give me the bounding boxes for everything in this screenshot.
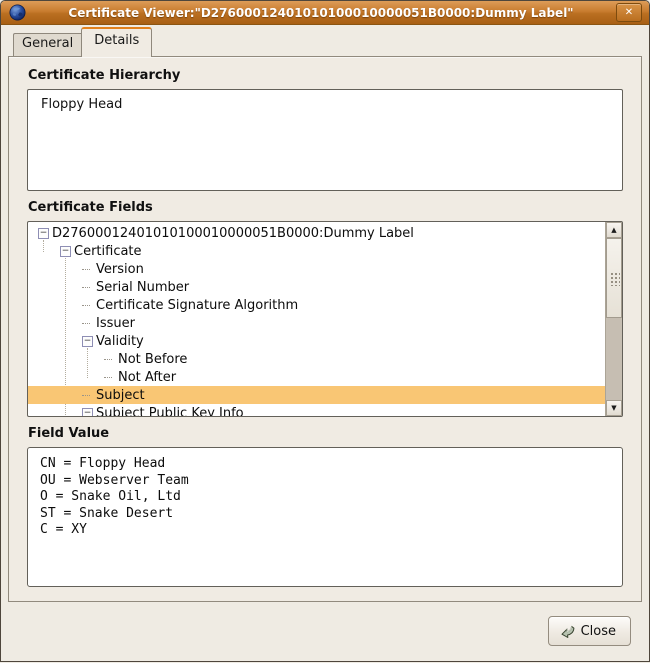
tree-row-serial-number[interactable]: Serial Number <box>28 278 605 296</box>
tab-general[interactable]: General <box>13 33 81 56</box>
close-button[interactable]: Close <box>548 616 631 646</box>
tree-row-not-after[interactable]: Not After <box>28 368 605 386</box>
scroll-down-button[interactable]: ▼ <box>606 400 622 416</box>
tree-connector <box>104 377 112 378</box>
field-value-text: CN = Floppy Head OU = Webserver Team O =… <box>40 456 616 539</box>
window-close-button[interactable]: ✕ <box>616 3 642 22</box>
details-tab-panel: Certificate Hierarchy Floppy Head Certif… <box>8 56 642 602</box>
tree-row-subject[interactable]: Subject <box>28 386 605 404</box>
scroll-up-button[interactable]: ▲ <box>606 222 622 238</box>
tree-row-label: Subject <box>96 388 145 403</box>
tree-row-issuer[interactable]: Issuer <box>28 314 605 332</box>
tree-connector <box>104 359 112 360</box>
tree-connector <box>82 395 90 396</box>
dialog-footer: Close <box>1 602 649 663</box>
certificate-fields-tree: − D27600012401010100010000051B0000:Dummy… <box>28 224 605 417</box>
tree-row-version[interactable]: Version <box>28 260 605 278</box>
collapse-expander-icon[interactable]: − <box>82 408 93 418</box>
field-value-box: CN = Floppy Head OU = Webserver Team O =… <box>27 447 623 587</box>
tree-row-subject-public-key-info[interactable]: − Subject Public Key Info <box>28 404 605 417</box>
tree-row-token[interactable]: − D27600012401010100010000051B0000:Dummy… <box>28 224 605 242</box>
scrollbar-thumb[interactable] <box>606 238 622 318</box>
close-arrow-icon <box>559 623 576 640</box>
window-title: Certificate Viewer:"D2760001240101010001… <box>26 6 616 20</box>
tab-details-label: Details <box>94 33 139 48</box>
tree-row-label: Certificate Signature Algorithm <box>96 298 298 313</box>
collapse-expander-icon[interactable]: − <box>38 228 49 239</box>
tree-row-label: D27600012401010100010000051B0000:Dummy L… <box>52 226 414 241</box>
certificate-hierarchy-box: Floppy Head <box>27 89 623 191</box>
tree-connector <box>82 305 90 306</box>
globe-icon <box>9 4 26 21</box>
certificate-fields-box: − D27600012401010100010000051B0000:Dummy… <box>27 221 623 417</box>
tree-row-cert-signature-algorithm[interactable]: Certificate Signature Algorithm <box>28 296 605 314</box>
titlebar[interactable]: Certificate Viewer:"D2760001240101010001… <box>1 1 649 25</box>
tree-row-label: Serial Number <box>96 280 189 295</box>
tree-row-not-before[interactable]: Not Before <box>28 350 605 368</box>
tree-row-label: Subject Public Key Info <box>96 406 244 418</box>
tree-row-label: Version <box>96 262 144 277</box>
tree-row-label: Certificate <box>74 244 142 259</box>
tree-scrollbar[interactable]: ▲ ▼ <box>605 222 622 416</box>
tree-row-validity[interactable]: − Validity <box>28 332 605 350</box>
tree-row-label: Issuer <box>96 316 135 331</box>
tree-connector <box>82 323 90 324</box>
tree-row-certificate[interactable]: − Certificate <box>28 242 605 260</box>
tab-general-label: General <box>22 36 73 51</box>
certificate-fields-heading: Certificate Fields <box>28 199 623 217</box>
tree-connector <box>82 287 90 288</box>
tree-row-label: Validity <box>96 334 144 349</box>
tabstrip: General Details <box>1 25 649 56</box>
field-value-heading: Field Value <box>28 425 623 443</box>
arrow-down-icon: ▼ <box>611 404 616 412</box>
close-button-label: Close <box>581 624 616 639</box>
scrollbar-grip-icon <box>609 271 620 286</box>
arrow-up-icon: ▲ <box>611 226 616 234</box>
collapse-expander-icon[interactable]: − <box>82 336 93 347</box>
certificate-hierarchy-heading: Certificate Hierarchy <box>28 67 623 85</box>
collapse-expander-icon[interactable]: − <box>60 246 71 257</box>
tab-details[interactable]: Details <box>81 27 152 57</box>
tree-connector <box>82 269 90 270</box>
certificate-viewer-dialog: Certificate Viewer:"D2760001240101010001… <box>0 0 650 662</box>
tree-row-label: Not Before <box>118 352 187 367</box>
tree-row-label: Not After <box>118 370 176 385</box>
close-x-icon: ✕ <box>625 7 633 18</box>
hierarchy-item[interactable]: Floppy Head <box>41 96 622 113</box>
